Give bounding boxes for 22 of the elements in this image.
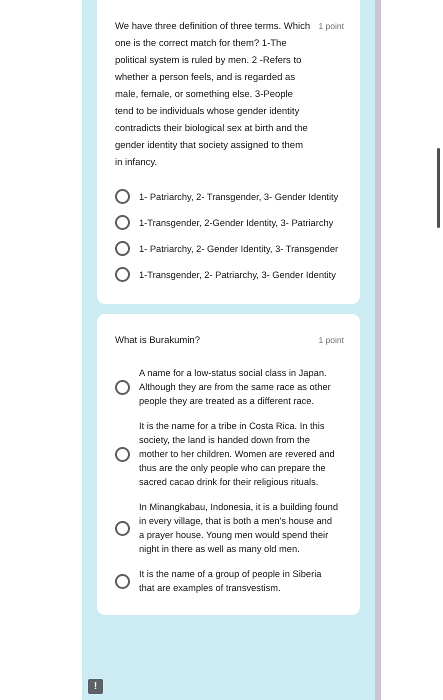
option-label[interactable]: 1-Transgender, 2-Gender Identity, 3- Patriarchy [139,216,339,230]
radio-button[interactable] [115,267,130,282]
option-label[interactable]: 1- Patriarchy, 2- Gender Identity, 3- Transgender [139,242,339,256]
scrollbar-thumb[interactable] [437,148,440,228]
question-text: What is Burakumin? [115,334,202,348]
question-text: We have three definition of three terms. Which one is the correct match for them? 1-The political system is ruled by men. 2 -Refers to whether a person feels, and is regarded as male, female, or something else. 3-People tend to be individuals whose gender identity contradicts their biological sex at birth and the gender identity that society assigned to them in infancy. [115,20,310,170]
radio-button[interactable] [115,520,130,536]
radio-button[interactable] [115,241,130,256]
radio-button[interactable] [115,446,130,462]
radio-button[interactable] [115,380,130,394]
option-label[interactable]: It is the name of a group of people in Siberia that are examples of transvestism. [139,567,339,595]
points-label: 1 point [318,334,344,347]
option-label[interactable]: A name for a low-status social class in Japan. Although they are from the same race as other people they are treated as a different race. [139,366,339,408]
radio-button[interactable] [115,574,130,588]
option-label[interactable]: 1- Patriarchy, 2- Transgender, 3- Gender Identity [139,190,339,204]
option-label[interactable]: 1-Transgender, 2- Patriarchy, 3- Gender Identity [139,268,339,282]
option-label[interactable]: It is the name for a tribe in Costa Rica. In this society, the land is handed down from the mother to her children. Women are revered and thus are the only people who can prepare the sacred cacao drink for their religious rituals. [139,419,339,489]
radio-button[interactable] [115,215,130,230]
feedback-button[interactable]: ! [88,679,103,694]
option-label[interactable]: In Minangkabau, Indonesia, it is a building found in every village, that is both a men's house and a prayer house. Young men would spend their night in there as well as many old men. [139,500,339,556]
radio-button[interactable] [115,189,130,204]
points-label: 1 point [318,20,344,33]
